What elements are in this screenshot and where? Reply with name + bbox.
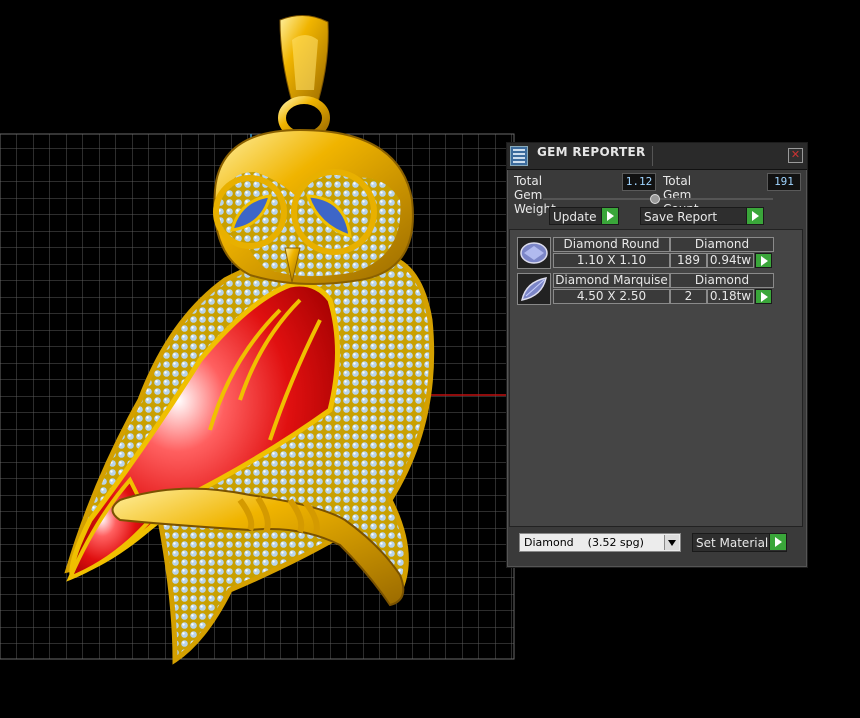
- update-button[interactable]: Update: [549, 207, 619, 225]
- save-report-button-label: Save Report: [644, 210, 718, 224]
- total-gem-count-value: 191: [767, 173, 801, 191]
- gem-material: Diamond: [670, 273, 774, 288]
- material-select-value: Diamond (3.52 spg): [524, 536, 644, 549]
- total-gem-weight-value: 1.12: [622, 173, 656, 191]
- gem-material: Diamond: [670, 237, 774, 252]
- panel-title: GEM REPORTER: [537, 145, 646, 159]
- gem-row-round[interactable]: Diamond Round Diamond 1.10 X 1.10 189 0.…: [517, 237, 777, 271]
- round-gem-icon: [517, 237, 551, 269]
- save-report-button[interactable]: Save Report: [640, 207, 764, 225]
- play-arrow-icon: [746, 208, 763, 224]
- chevron-down-icon[interactable]: [664, 535, 679, 550]
- select-gem-arrow-icon[interactable]: [755, 289, 772, 304]
- play-arrow-icon: [601, 208, 618, 224]
- material-select[interactable]: Diamond (3.52 spg): [519, 533, 681, 552]
- gem-name: Diamond Marquise: [553, 273, 670, 288]
- update-button-label: Update: [553, 210, 597, 224]
- gem-reporter-icon: [510, 146, 528, 166]
- slider-handle[interactable]: [650, 194, 660, 204]
- gem-list: Diamond Round Diamond 1.10 X 1.10 189 0.…: [509, 229, 803, 527]
- gem-size: 1.10 X 1.10: [553, 253, 670, 268]
- set-material-button-label: Set Material: [696, 536, 769, 550]
- select-gem-arrow-icon[interactable]: [755, 253, 772, 268]
- gem-count: 2: [670, 289, 707, 304]
- gem-reporter-panel: GEM REPORTER ✕ Total Gem Weight 1.12 Tot…: [506, 142, 808, 568]
- gem-size: 4.50 X 2.50: [553, 289, 670, 304]
- gem-weight: 0.94tw: [707, 253, 754, 268]
- gem-weight: 0.18tw: [707, 289, 754, 304]
- gem-count: 189: [670, 253, 707, 268]
- panel-titlebar[interactable]: GEM REPORTER ✕: [507, 143, 807, 170]
- play-arrow-icon: [769, 534, 786, 550]
- titlebar-separator: [652, 146, 653, 166]
- close-icon[interactable]: ✕: [788, 148, 803, 163]
- marquise-gem-icon: [517, 273, 551, 305]
- gem-name: Diamond Round: [553, 237, 670, 252]
- gem-row-marquise[interactable]: Diamond Marquise Diamond 4.50 X 2.50 2 0…: [517, 273, 777, 307]
- set-material-button[interactable]: Set Material: [692, 533, 787, 552]
